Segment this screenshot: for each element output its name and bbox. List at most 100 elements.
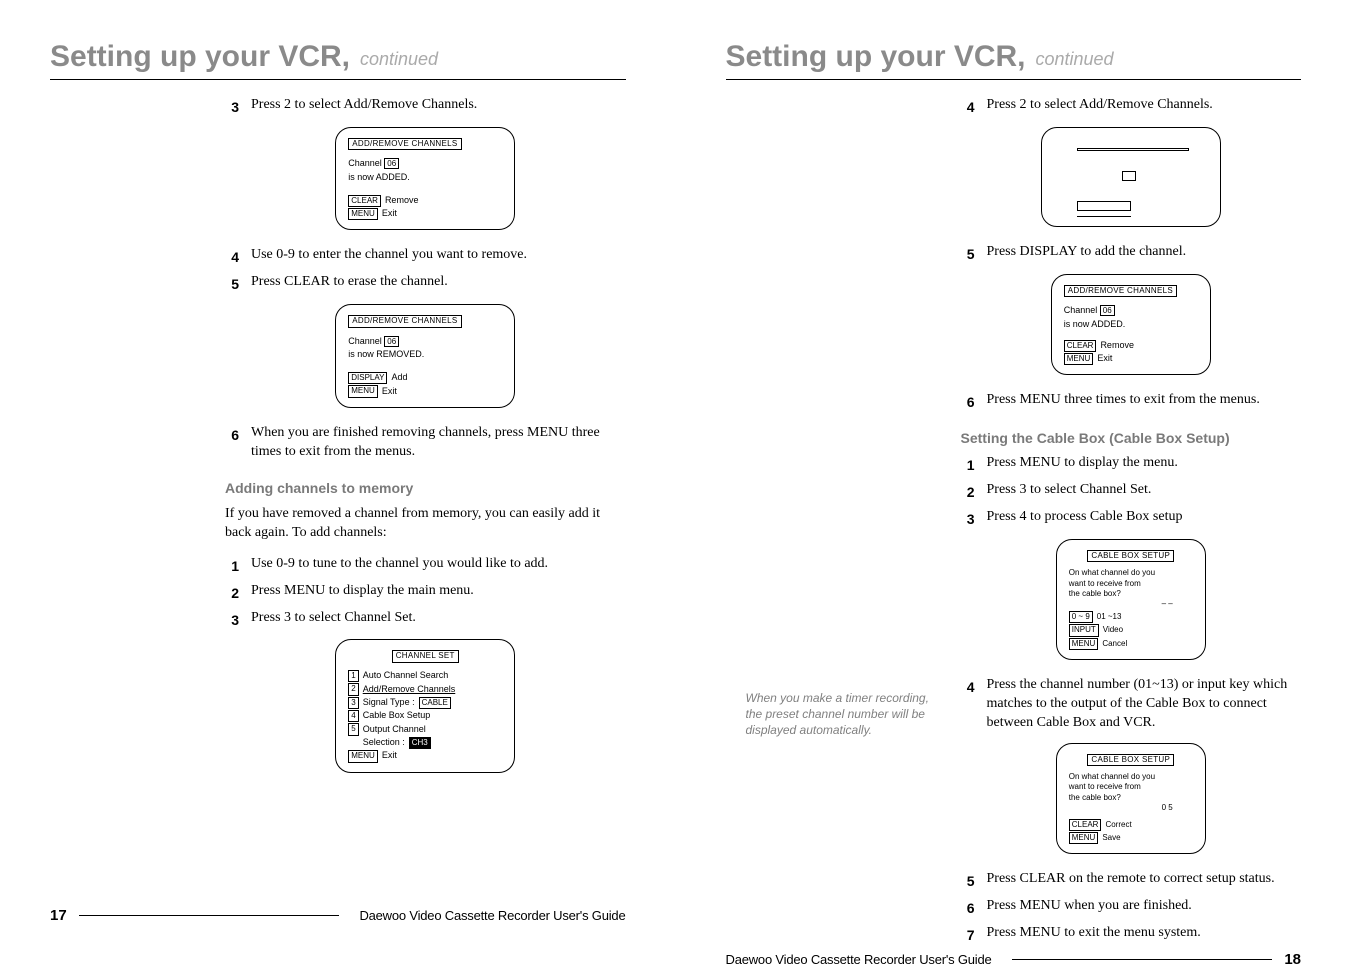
menu-num: 2 — [348, 683, 358, 695]
key-label: CLEAR — [1064, 340, 1097, 352]
step-num: 3 — [225, 609, 239, 630]
screen-hdr: ADD/REMOVE CHANNELS — [348, 138, 461, 150]
step-4: 4 Use 0-9 to enter the channel you want … — [225, 246, 626, 267]
step-num: 2 — [961, 481, 975, 502]
cable-step-4: 4 Press the channel number (01~13) or in… — [961, 676, 1302, 733]
step-text: Press CLEAR on the remote to correct set… — [987, 870, 1275, 889]
key-action: Exit — [382, 750, 397, 762]
screen-line: want to receive from — [1069, 782, 1193, 792]
screen-cable-setup-input: CABLE BOX SETUP On what channel do you w… — [1056, 539, 1206, 660]
screen-line: is now REMOVED. — [348, 349, 502, 361]
step-text: When you are finished removing channels,… — [251, 424, 626, 462]
step-num: 4 — [961, 676, 975, 697]
screen-hdr: CABLE BOX SETUP — [1087, 550, 1174, 562]
footer-text: Daewoo Video Cassette Recorder User's Gu… — [726, 952, 992, 967]
key-action: Exit — [382, 208, 397, 220]
key-label: CLEAR — [348, 195, 381, 207]
key-label: MENU — [348, 750, 378, 762]
step-num: 5 — [961, 243, 975, 264]
step-num: 1 — [961, 454, 975, 475]
step-num: 6 — [961, 391, 975, 412]
step-text: Press MENU when you are finished. — [987, 897, 1192, 916]
step-text: Press 3 to select Channel Set. — [987, 481, 1152, 500]
step-text: Press 4 to process Cable Box setup — [987, 508, 1183, 527]
adding-step-2: 2 Press MENU to display the main menu. — [225, 582, 626, 603]
screen-hdr: ADD/REMOVE CHANNELS — [1064, 285, 1177, 297]
cable-step-6: 6 Press MENU when you are finished. — [961, 897, 1302, 918]
key-action: Correct — [1105, 820, 1131, 830]
step-6: 6 Press MENU three times to exit from th… — [961, 391, 1302, 412]
menu-item: Cable Box Setup — [363, 710, 431, 722]
menu-num: 1 — [348, 670, 358, 682]
cable-step-1: 1 Press MENU to display the menu. — [961, 454, 1302, 475]
menu-value: CH3 — [409, 737, 431, 749]
step-num: 5 — [961, 870, 975, 891]
step-5: 5 Press DISPLAY to add the channel. — [961, 243, 1302, 264]
step-text: Use 0-9 to tune to the channel you would… — [251, 555, 548, 574]
screen-line: On what channel do you — [1069, 568, 1193, 578]
step-num: 3 — [961, 508, 975, 529]
key-label: MENU — [1064, 353, 1094, 365]
title-rule — [726, 79, 1302, 80]
step-num: 2 — [225, 582, 239, 603]
menu-item: Selection : — [363, 737, 405, 749]
title-continued: continued — [1036, 49, 1114, 74]
step-text: Press MENU to exit the menu system. — [987, 924, 1201, 943]
step-num: 3 — [225, 96, 239, 117]
step-text: Press 3 to select Channel Set. — [251, 609, 416, 628]
screen-hdr: CABLE BOX SETUP — [1087, 754, 1174, 766]
content-left: 3 Press 2 to select Add/Remove Channels.… — [50, 90, 626, 907]
screen-add-remove-removed: ADD/REMOVE CHANNELS Channel 06 is now RE… — [335, 304, 515, 408]
title-rule — [50, 79, 626, 80]
footer-rule — [1012, 959, 1273, 960]
menu-num: 3 — [348, 697, 358, 709]
page-left: Setting up your VCR, continued 3 Press 2… — [0, 0, 676, 954]
key-action: Remove — [385, 195, 419, 207]
callout-note: When you make a timer recording, the pre… — [746, 690, 936, 739]
key-label: INPUT — [1069, 624, 1099, 636]
menu-item: Add/Remove Channels — [363, 684, 456, 696]
section-head-cablebox: Setting the Cable Box (Cable Box Setup) — [961, 430, 1302, 446]
screen-line: want to receive from — [1069, 579, 1193, 589]
screen-add-remove-added: ADD/REMOVE CHANNELS Channel 06 is now AD… — [1051, 274, 1211, 376]
key-label: MENU — [348, 208, 378, 220]
footer-rule — [79, 915, 340, 916]
screen-channel-set: CHANNEL SET 1 Auto Channel Search 2 Add/Re… — [335, 639, 515, 772]
step-num: 4 — [961, 96, 975, 117]
step-num: 1 — [225, 555, 239, 576]
key-action: Exit — [1097, 353, 1112, 365]
step-text: Press the channel number (01~13) or inpu… — [987, 676, 1302, 733]
step-text: Press CLEAR to erase the channel. — [251, 273, 448, 292]
screen-cable-setup-value: CABLE BOX SETUP On what channel do you w… — [1056, 743, 1206, 855]
key-label: 0 ~ 9 — [1069, 611, 1093, 623]
menu-num: 4 — [348, 710, 358, 722]
screen-line: the cable box? — [1069, 589, 1193, 599]
screen-line: is now ADDED. — [1064, 319, 1198, 331]
adding-step-3: 3 Press 3 to select Channel Set. — [225, 609, 626, 630]
menu-value: CABLE — [419, 697, 451, 709]
screen-hdr: CHANNEL SET — [392, 650, 459, 662]
cable-step-7: 7 Press MENU to exit the menu system. — [961, 924, 1302, 945]
screen-line: is now ADDED. — [348, 172, 502, 184]
key-label: MENU — [1069, 832, 1099, 844]
page-number: 17 — [50, 907, 67, 924]
menu-item: Auto Channel Search — [363, 670, 449, 682]
key-action: Cancel — [1102, 639, 1127, 649]
step-num: 5 — [225, 273, 239, 294]
screen-line: Channel — [348, 336, 382, 346]
channel-box: 06 — [384, 158, 399, 169]
footer-left: 17 Daewoo Video Cassette Recorder User's… — [50, 907, 626, 924]
section-head-adding: Adding channels to memory — [225, 480, 626, 496]
step-text: Press MENU to display the menu. — [987, 454, 1178, 473]
step-text: Use 0-9 to enter the channel you want to… — [251, 246, 527, 265]
step-text: Press MENU to display the main menu. — [251, 582, 474, 601]
page-title-left: Setting up your VCR, continued — [50, 40, 626, 74]
menu-item: Signal Type : — [363, 697, 415, 709]
step-4: 4 Press 2 to select Add/Remove Channels. — [961, 96, 1302, 117]
screen-line: the cable box? — [1069, 793, 1193, 803]
step-num: 6 — [225, 424, 239, 445]
key-label: MENU — [1069, 638, 1099, 650]
step-text: Press 2 to select Add/Remove Channels. — [251, 96, 477, 115]
title-main: Setting up your VCR, — [726, 40, 1026, 74]
key-label: MENU — [348, 385, 378, 397]
